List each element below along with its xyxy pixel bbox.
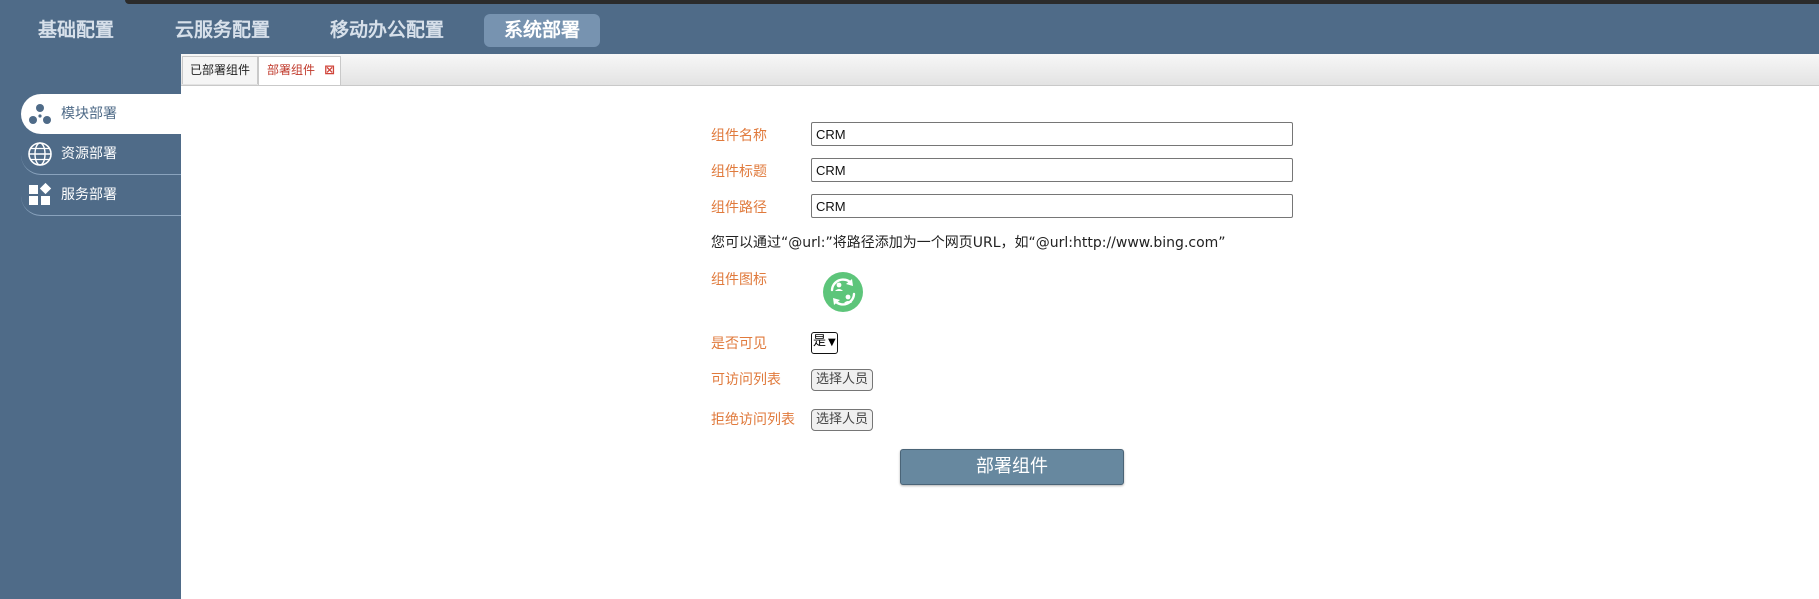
tab-label: 部署组件: [267, 63, 316, 77]
top-nav-bar: 基础配置 云服务配置 移动办公配置 系统部署: [0, 4, 1819, 54]
close-icon[interactable]: ⊠: [324, 57, 335, 84]
path-hint-text: 您可以通过“@url:”将路径添加为一个网页URL，如“@url:http://…: [711, 235, 1226, 251]
component-icon-label: 组件图标: [711, 272, 767, 288]
visible-label: 是否可见: [711, 336, 767, 352]
topnav-basic-config[interactable]: 基础配置: [38, 14, 114, 47]
tab-strip: 已部署组件 部署组件 ⊠: [181, 54, 1819, 86]
tab-deployed-components[interactable]: 已部署组件: [182, 56, 258, 84]
component-path-label: 组件路径: [711, 200, 767, 216]
topnav-cloud-service-config[interactable]: 云服务配置: [175, 14, 270, 47]
sidebar-item-label: 模块部署: [61, 106, 117, 122]
sidebar: 模块部署 资源部署 服务部署: [0, 54, 181, 599]
component-title-label: 组件标题: [711, 164, 767, 180]
sidebar-item-label: 资源部署: [61, 146, 117, 162]
widgets-icon: [29, 182, 52, 205]
crm-sync-icon[interactable]: [822, 271, 864, 313]
sidebar-item-service-deploy[interactable]: 服务部署: [21, 175, 181, 216]
allow-list-select-button[interactable]: 选择人员: [811, 369, 873, 391]
topnav-system-deploy[interactable]: 系统部署: [484, 14, 601, 47]
component-path-input[interactable]: [811, 194, 1293, 218]
sidebar-item-label: 服务部署: [61, 187, 117, 203]
visible-select-value: 是: [813, 334, 827, 349]
topnav-mobile-office-config[interactable]: 移动办公配置: [330, 14, 444, 47]
component-name-label: 组件名称: [711, 128, 767, 144]
deploy-component-button[interactable]: 部署组件: [900, 449, 1124, 485]
allow-list-label: 可访问列表: [711, 372, 781, 388]
tab-deploy-component[interactable]: 部署组件 ⊠: [258, 56, 341, 85]
chevron-down-icon: ▼: [828, 337, 836, 348]
component-title-input[interactable]: [811, 158, 1293, 182]
component-name-input[interactable]: [811, 122, 1293, 146]
module-icon: [29, 104, 51, 124]
deny-list-label: 拒绝访问列表: [711, 412, 795, 428]
visible-select[interactable]: 是 ▼: [811, 332, 838, 354]
deny-list-select-button[interactable]: 选择人员: [811, 409, 873, 431]
sidebar-item-resource-deploy[interactable]: 资源部署: [21, 134, 181, 175]
sidebar-item-module-deploy[interactable]: 模块部署: [21, 94, 181, 134]
globe-icon: [28, 142, 52, 166]
